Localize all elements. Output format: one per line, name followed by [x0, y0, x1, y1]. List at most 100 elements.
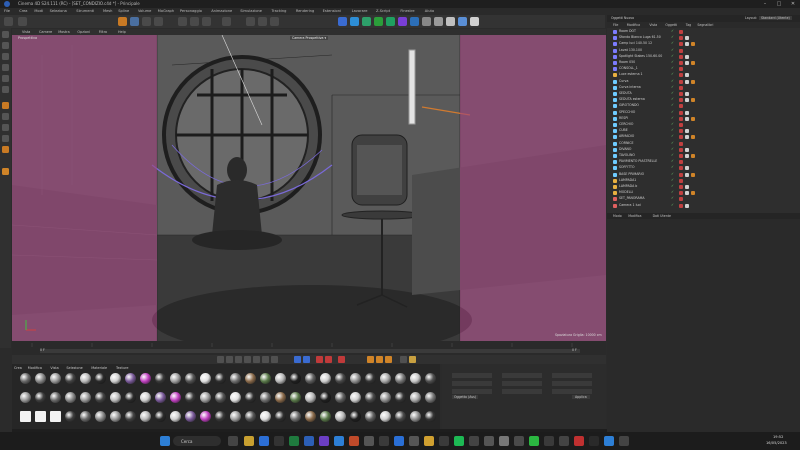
object-tag-icon[interactable] [679, 104, 683, 109]
object-tag-icon[interactable] [679, 116, 683, 121]
object-tag-icon[interactable] [679, 73, 683, 78]
outlook-icon[interactable] [334, 436, 344, 446]
material-swatch[interactable] [215, 373, 226, 384]
object-manager-tab[interactable]: Vista [649, 23, 657, 27]
object-tag-icon[interactable] [685, 129, 689, 134]
menu-item[interactable]: Spline [118, 9, 129, 13]
app-icon-10[interactable] [514, 436, 524, 446]
visibility-check-icon[interactable]: ✓ [671, 165, 674, 169]
object-tag-icon[interactable] [679, 178, 683, 183]
object-manager-tab[interactable]: File [613, 23, 618, 27]
object-row[interactable]: Room 050 ✓ [613, 60, 793, 66]
object-tag-icon[interactable] [679, 185, 683, 189]
point-mode-icon[interactable] [2, 64, 9, 71]
texture-mode-icon[interactable] [2, 53, 9, 60]
material-swatch[interactable] [305, 392, 316, 403]
visibility-check-icon[interactable]: ✓ [671, 190, 674, 194]
visibility-check-icon[interactable]: ✓ [671, 203, 674, 207]
material-swatch[interactable] [110, 392, 121, 403]
menu-item[interactable]: Simulazione [240, 9, 262, 13]
material-swatch[interactable] [170, 373, 181, 384]
material-swatch[interactable] [140, 373, 151, 384]
object-tag-icon[interactable] [679, 172, 683, 177]
object-row[interactable]: ARMADIO ✓ [613, 134, 793, 140]
object-tag-icon[interactable] [679, 154, 683, 158]
keyframe-selection-icon[interactable] [338, 356, 345, 363]
menu-item[interactable]: File [4, 9, 10, 13]
object-row[interactable]: SEDUTA esterna ✓ [613, 97, 793, 103]
edge-mode-icon[interactable] [2, 75, 9, 82]
material-swatch[interactable] [125, 373, 136, 384]
material-swatch[interactable] [260, 411, 271, 422]
material-swatch[interactable] [95, 373, 106, 384]
object-tag-icon[interactable] [685, 79, 689, 84]
material-swatch[interactable] [80, 392, 91, 403]
material-swatch[interactable] [20, 411, 31, 422]
camera-icon[interactable] [434, 17, 443, 26]
material-swatch[interactable] [395, 373, 406, 384]
app-icon-4[interactable] [409, 436, 419, 446]
make-editable-icon[interactable] [2, 31, 9, 38]
object-row[interactable]: Curva ✓ [613, 79, 793, 85]
object-manager-tab[interactable]: Tag [686, 23, 691, 27]
object-tag-icon[interactable] [679, 61, 683, 65]
workplane-icon[interactable] [2, 135, 9, 142]
object-tag-icon[interactable] [679, 30, 683, 34]
object-tag-icon[interactable] [691, 98, 695, 103]
material-swatch[interactable] [125, 411, 136, 422]
object-tag-icon[interactable] [679, 160, 683, 165]
object-row[interactable]: TAVOLINO ✓ [613, 153, 793, 159]
material-swatch[interactable] [110, 373, 121, 384]
visibility-check-icon[interactable]: ✓ [671, 122, 674, 126]
material-swatch[interactable] [290, 392, 301, 403]
teams-icon[interactable] [319, 436, 329, 446]
menu-item[interactable]: Tracking [272, 9, 287, 13]
object-tag-icon[interactable] [679, 110, 683, 115]
menu-item[interactable]: Estensioni [323, 9, 341, 13]
object-row[interactable]: Curva interna ✓ [613, 85, 793, 91]
object-row[interactable]: CUBE ✓ [613, 128, 793, 134]
object-tag-icon[interactable] [679, 166, 683, 171]
object-row[interactable]: Room DOT ✓ [613, 29, 793, 35]
file-explorer-icon[interactable] [244, 436, 254, 446]
visibility-check-icon[interactable]: ✓ [671, 178, 674, 182]
coord-dropdown[interactable]: Oggetto (Ass) [452, 395, 478, 399]
visibility-check-icon[interactable]: ✓ [671, 103, 674, 107]
viewport-menu-item[interactable]: Help [118, 30, 126, 34]
objects-search[interactable]: Oggetti Nuovo [611, 16, 634, 20]
material-swatch[interactable] [410, 392, 421, 403]
material-swatch[interactable] [155, 392, 166, 403]
object-tag-icon[interactable] [691, 42, 695, 47]
visibility-check-icon[interactable]: ✓ [671, 184, 674, 188]
store-icon[interactable] [274, 436, 284, 446]
visibility-check-icon[interactable]: ✓ [671, 196, 674, 200]
material-swatch[interactable] [230, 392, 241, 403]
material-swatch[interactable] [260, 392, 271, 403]
app-icon-6[interactable] [439, 436, 449, 446]
menu-item[interactable]: Animazione [211, 9, 232, 13]
app-icon-12[interactable] [559, 436, 569, 446]
object-tag-icon[interactable] [691, 116, 695, 121]
timeline[interactable]: 0 F 0 F [12, 341, 606, 355]
material-menu-item[interactable]: Crea [14, 366, 22, 370]
material-swatch[interactable] [215, 392, 226, 403]
app-icon-1[interactable] [364, 436, 374, 446]
object-row[interactable]: Lavat 130.100 ✓ [613, 48, 793, 54]
menu-item[interactable]: Modi [34, 9, 43, 13]
undo-icon[interactable] [4, 17, 13, 26]
material-swatch[interactable] [335, 392, 346, 403]
light-icon[interactable] [446, 17, 455, 26]
material-swatch[interactable] [245, 411, 256, 422]
solo-icon[interactable] [2, 146, 9, 153]
prev-frame-icon[interactable] [235, 356, 242, 363]
app-icon-7[interactable] [469, 436, 479, 446]
object-row[interactable]: Spotlight Stakes 150-60.00 ✓ [613, 54, 793, 60]
visibility-check-icon[interactable]: ✓ [671, 60, 674, 64]
material-swatch[interactable] [395, 392, 406, 403]
light-bulb-icon[interactable] [470, 17, 479, 26]
viewport[interactable] [12, 35, 606, 341]
timeline-start[interactable]: 0 F [40, 348, 45, 352]
keyframe-mode-icon[interactable] [303, 356, 310, 363]
material-swatch[interactable] [260, 373, 271, 384]
material-swatch[interactable] [95, 392, 106, 403]
